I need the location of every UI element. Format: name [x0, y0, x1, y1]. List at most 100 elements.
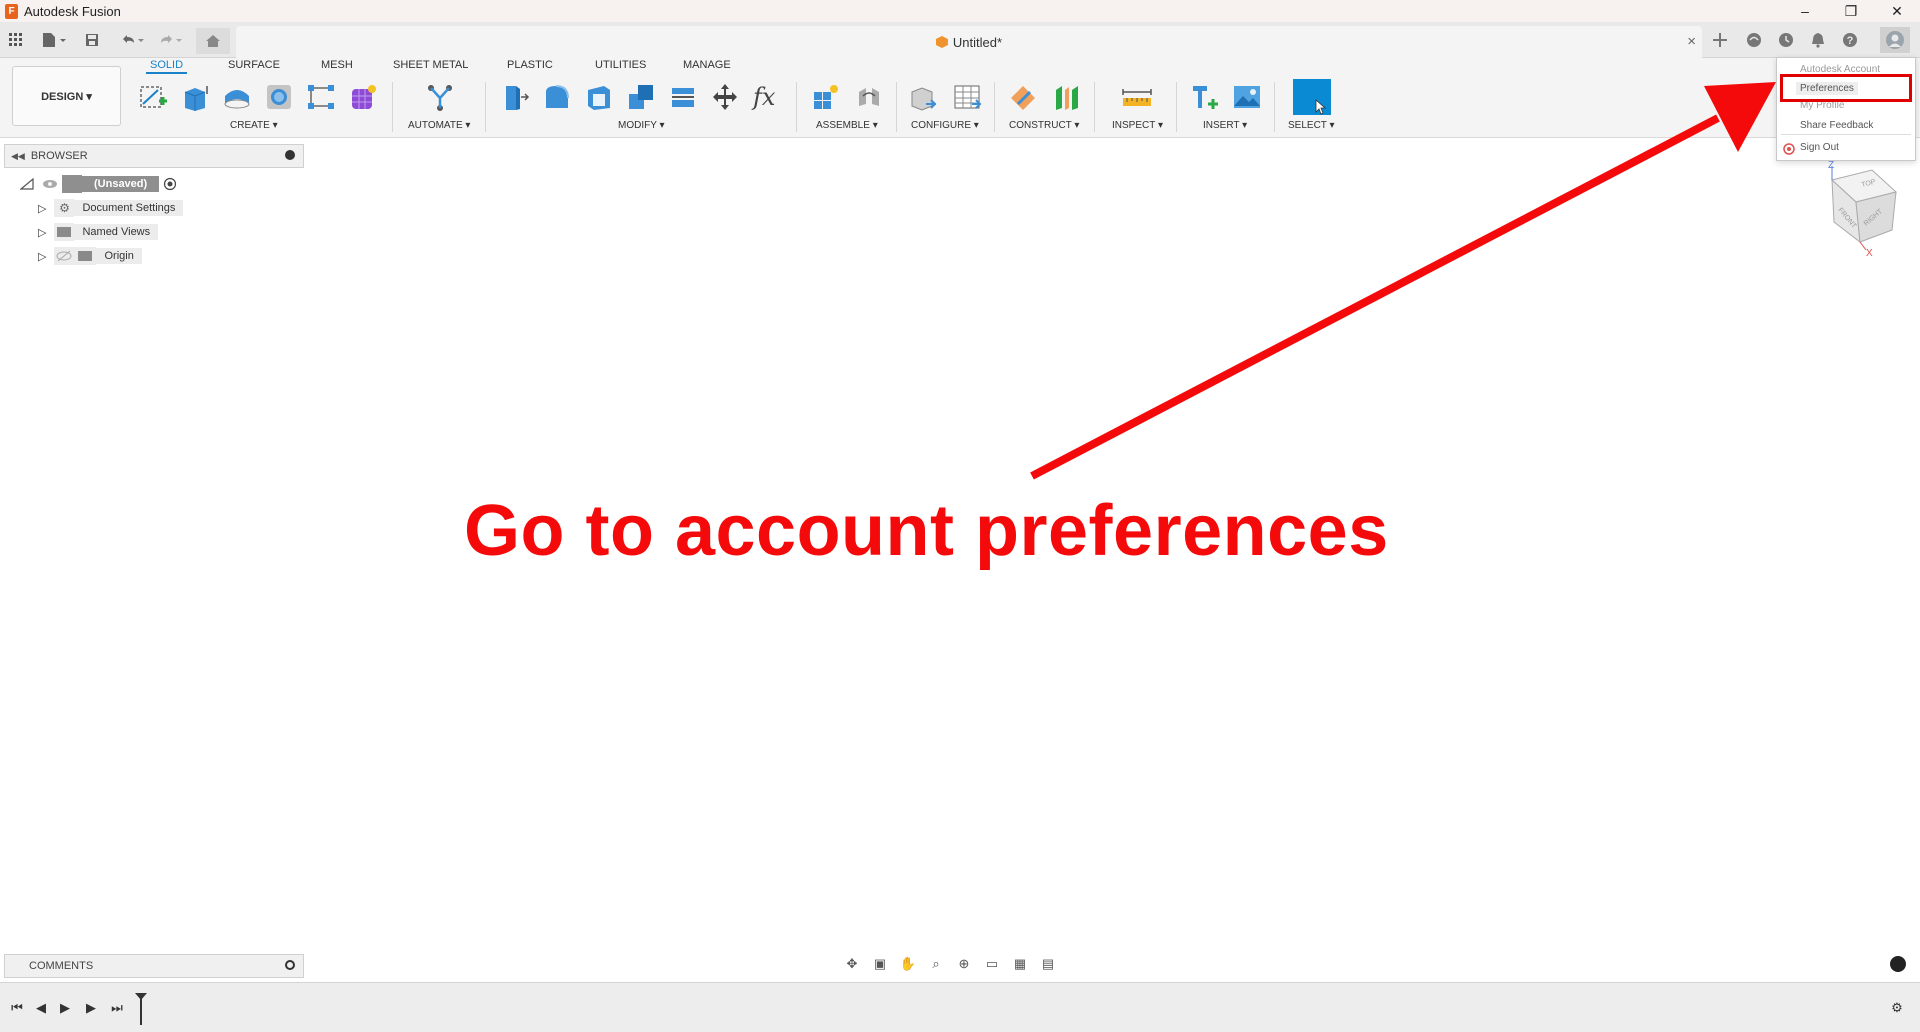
zoom-icon[interactable]: ⌕ [924, 954, 948, 974]
inspect-group-label[interactable]: INSPECT ▾ [1112, 120, 1163, 131]
create-group-label[interactable]: CREATE ▾ [230, 120, 278, 131]
joint-icon[interactable] [852, 80, 886, 114]
file-icon[interactable] [38, 30, 70, 50]
combine-icon[interactable] [624, 80, 658, 114]
create-sketch-icon[interactable] [136, 80, 170, 114]
insert-group-label[interactable]: INSERT ▾ [1203, 120, 1247, 131]
configure-icon[interactable] [906, 80, 940, 114]
orbit-icon[interactable]: ✥ [840, 954, 864, 974]
expand-triangle-icon[interactable] [20, 178, 34, 190]
feedback-icon[interactable] [1890, 956, 1906, 972]
fillet-icon[interactable] [540, 80, 574, 114]
add-comment-icon[interactable] [285, 960, 295, 970]
browser-item-origin[interactable]: ▷ Origin [38, 246, 142, 266]
assemble-group-label[interactable]: ASSEMBLE ▾ [816, 120, 878, 131]
extrude-icon[interactable] [178, 80, 212, 114]
tab-manage[interactable]: MANAGE [683, 59, 731, 71]
browser-root-label[interactable]: (Unsaved) [82, 176, 160, 192]
browser-item-named-views[interactable]: ▷ Named Views [38, 222, 159, 242]
insert-derive-icon[interactable] [1188, 80, 1222, 114]
tab-surface[interactable]: SURFACE [228, 59, 280, 71]
offset-plane-icon[interactable] [1006, 80, 1040, 114]
automate-group-label[interactable]: AUTOMATE ▾ [408, 120, 470, 131]
new-tab-icon[interactable] [1708, 30, 1732, 50]
profile-avatar-icon[interactable] [1880, 27, 1910, 53]
look-at-icon[interactable]: ▣ [868, 954, 892, 974]
browser-item-label: Origin [96, 248, 142, 264]
grid-settings-icon[interactable]: ▦ [1008, 954, 1032, 974]
expand-arrow-icon[interactable]: ▷ [38, 226, 46, 239]
new-component-icon[interactable] [808, 80, 842, 114]
split-body-icon[interactable] [666, 80, 700, 114]
select-group-label[interactable]: SELECT ▾ [1288, 120, 1335, 131]
timeline-marker[interactable] [134, 992, 148, 1026]
tab-utilities[interactable]: UTILITIES [595, 59, 646, 71]
activate-radio-icon[interactable] [163, 177, 177, 191]
document-tab[interactable]: Untitled* × [236, 26, 1702, 58]
redo-icon[interactable] [156, 30, 186, 50]
view-cube[interactable]: TOP FRONT RIGHT Z X [1800, 158, 1910, 268]
form-icon[interactable] [346, 80, 380, 114]
browser-panel-header[interactable]: ◀◀ BROWSER [4, 144, 304, 168]
viewports-icon[interactable]: ▤ [1036, 954, 1060, 974]
measure-icon[interactable] [1120, 80, 1154, 114]
help-icon[interactable]: ? [1838, 30, 1862, 50]
go-to-end-icon[interactable]: ⏭ [106, 997, 128, 1019]
comments-panel-header[interactable]: COMMENTS [4, 954, 304, 978]
close-tab-icon[interactable]: × [1687, 33, 1696, 50]
notification-bell-icon[interactable] [1806, 30, 1830, 50]
undo-icon[interactable] [118, 30, 148, 50]
modify-group-label[interactable]: MODIFY ▾ [618, 120, 665, 131]
timeline-bar: ⏮ ◀ ▶ ▶ ⏭ ⚙ [0, 982, 1920, 1032]
hole-icon[interactable] [262, 80, 296, 114]
select-tool-button[interactable] [1293, 79, 1331, 115]
menu-item-share-feedback[interactable]: Share Feedback [1800, 120, 1873, 131]
midplane-icon[interactable] [1050, 80, 1084, 114]
tab-solid[interactable]: SOLID [145, 59, 188, 74]
navigation-bar: ✥ ▣ ✋ ⌕ ⊕ ▭ ▦ ▤ [840, 952, 1060, 976]
timeline-settings-gear-icon[interactable]: ⚙ [1886, 997, 1908, 1019]
pin-panel-icon[interactable] [285, 150, 295, 160]
expand-arrow-icon[interactable]: ▷ [38, 202, 46, 215]
rectangular-pattern-icon[interactable] [304, 80, 338, 114]
browser-root-row[interactable]: (Unsaved) [20, 174, 177, 194]
visibility-eye-icon[interactable] [42, 178, 58, 190]
insert-canvas-icon[interactable] [1230, 80, 1264, 114]
revolve-icon[interactable] [220, 80, 254, 114]
construct-group-label[interactable]: CONSTRUCT ▾ [1009, 120, 1079, 131]
change-parameters-icon[interactable]: fx [750, 80, 784, 114]
tab-sheet-metal[interactable]: SHEET METAL [393, 59, 468, 71]
minimize-button[interactable]: – [1782, 0, 1828, 22]
fit-zoom-icon[interactable]: ⊕ [952, 954, 976, 974]
grid-icon[interactable] [6, 30, 26, 50]
display-settings-icon[interactable]: ▭ [980, 954, 1004, 974]
move-copy-icon[interactable] [708, 80, 742, 114]
step-forward-icon[interactable]: ▶ [80, 997, 102, 1019]
close-window-button[interactable]: ✕ [1874, 0, 1920, 22]
hidden-eye-icon[interactable] [54, 247, 75, 265]
menu-item-sign-out[interactable]: Sign Out [1800, 142, 1839, 153]
ribbon-separator [392, 82, 393, 132]
save-icon[interactable] [82, 30, 102, 50]
pan-hand-icon[interactable]: ✋ [896, 954, 920, 974]
go-to-start-icon[interactable]: ⏮ [6, 997, 28, 1019]
fusion-window: F Autodesk Fusion – ❐ ✕ Untitled* × ? SO… [0, 0, 1920, 1032]
collapse-panel-icon[interactable]: ◀◀ [11, 151, 25, 162]
home-icon[interactable] [196, 28, 230, 54]
play-icon[interactable]: ▶ [54, 997, 76, 1019]
tab-mesh[interactable]: MESH [321, 59, 353, 71]
automate-icon[interactable] [423, 80, 457, 114]
job-status-icon[interactable] [1774, 30, 1798, 50]
step-back-icon[interactable]: ◀ [30, 997, 52, 1019]
online-status-icon[interactable] [1742, 30, 1766, 50]
design-workspace-button[interactable]: DESIGN ▾ [12, 66, 121, 126]
shell-icon[interactable] [582, 80, 616, 114]
expand-arrow-icon[interactable]: ▷ [38, 250, 46, 263]
configure-group-label[interactable]: CONFIGURE ▾ [911, 120, 979, 131]
browser-item-document-settings[interactable]: ▷ ⚙ Document Settings [38, 198, 184, 218]
configuration-table-icon[interactable] [950, 80, 984, 114]
tab-plastic[interactable]: PLASTIC [507, 59, 553, 71]
press-pull-icon[interactable] [498, 80, 532, 114]
maximize-button[interactable]: ❐ [1828, 0, 1874, 22]
sign-out-icon [1783, 143, 1795, 155]
